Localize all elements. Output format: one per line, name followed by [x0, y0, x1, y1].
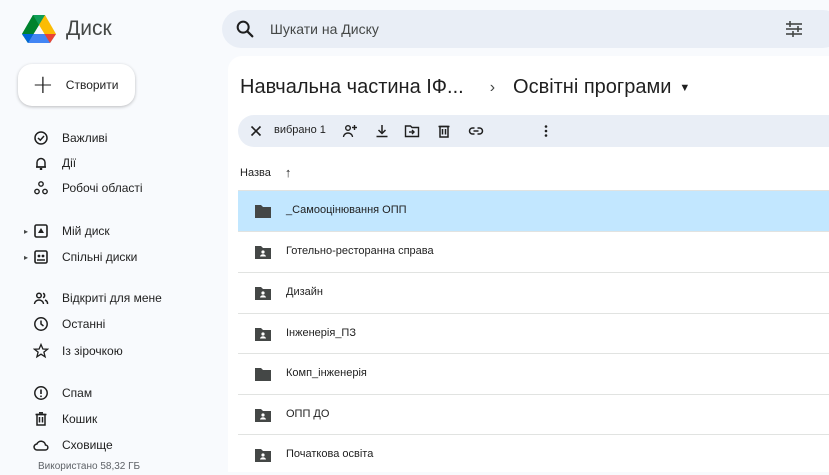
shared-folder-icon [255, 409, 271, 422]
file-row[interactable]: Комп_інженерія [238, 354, 829, 394]
column-header-name[interactable]: Назва ↑ [240, 165, 291, 180]
file-row[interactable]: Початкова освіта [238, 435, 829, 475]
spam-icon [34, 386, 48, 400]
create-label: Створити [65, 78, 119, 92]
breadcrumb: Навчальна частина ІФ... › Освітні програ… [240, 76, 690, 99]
priority-icon [34, 131, 48, 145]
shared-folder-icon [255, 287, 271, 300]
search-icon[interactable] [234, 18, 256, 40]
delete-icon[interactable] [436, 123, 452, 139]
expand-icon[interactable]: ▸ [24, 253, 28, 262]
folder-icon [255, 368, 271, 381]
shared-folder-icon [255, 328, 271, 341]
drive-logo[interactable]: Диск [22, 14, 112, 44]
star-icon [33, 343, 49, 359]
shared-folder-icon [255, 449, 271, 462]
sidebar-item-activity[interactable]: Дії [0, 152, 210, 174]
breadcrumb-current[interactable]: Освітні програми [513, 76, 671, 99]
move-icon[interactable] [404, 123, 420, 139]
file-row[interactable]: ОПП ДО [238, 395, 829, 435]
link-icon[interactable] [468, 123, 484, 139]
plus-icon: + [32, 70, 54, 100]
storage-usage-text: Використано 58,32 ГБ [38, 461, 141, 472]
cloud-icon [33, 440, 49, 451]
folder-icon [255, 205, 271, 218]
breadcrumb-parent[interactable]: Навчальна частина ІФ... [240, 76, 464, 99]
clock-icon [34, 317, 48, 331]
create-button[interactable]: + Створити [18, 64, 135, 106]
sidebar-item-spam[interactable]: Спам [0, 382, 210, 404]
selection-count: вибрано 1 [274, 124, 326, 136]
search-input[interactable]: Шукати на Диску [270, 21, 379, 37]
sidebar-item-recent[interactable]: Останні [0, 313, 210, 335]
bell-icon [36, 157, 46, 170]
selection-toolbar: вибрано 1 [238, 115, 829, 147]
sidebar-item-workspaces[interactable]: Робочі області [0, 177, 210, 199]
breadcrumb-separator-icon: › [489, 78, 496, 96]
shared-folder-icon [255, 246, 271, 259]
trash-icon [35, 412, 47, 426]
expand-icon[interactable]: ▸ [24, 227, 28, 236]
file-row[interactable]: Інженерія_ПЗ [238, 314, 829, 354]
file-row[interactable]: Дизайн [238, 273, 829, 313]
sidebar-item-priority[interactable]: Важливі [0, 127, 210, 149]
sidebar-item-storage[interactable]: Сховище [0, 434, 210, 456]
sidebar-item-my-drive[interactable]: ▸ Мій диск [0, 220, 210, 242]
my-drive-icon [34, 224, 48, 238]
column-name-label: Назва [240, 166, 271, 179]
drive-logo-icon [22, 15, 56, 43]
caret-down-icon[interactable]: ▼ [679, 82, 690, 94]
sort-arrow-icon[interactable]: ↑ [285, 165, 292, 180]
file-row[interactable]: _Самооцінювання ОПП [238, 191, 829, 231]
workspaces-icon [34, 181, 48, 195]
share-icon[interactable] [342, 123, 358, 139]
app-title: Диск [66, 17, 112, 40]
sidebar-item-shared-with-me[interactable]: Відкриті для мене [0, 287, 210, 309]
sidebar-item-shared-drives[interactable]: ▸ Спільні диски [0, 246, 210, 268]
shared-with-me-icon [33, 292, 49, 305]
download-icon[interactable] [374, 123, 390, 139]
more-options-icon[interactable] [538, 123, 554, 139]
shared-drives-icon [34, 250, 48, 264]
file-row[interactable]: Готельно-ресторанна справа [238, 232, 829, 272]
search-bar[interactable]: Шукати на Диску [222, 10, 829, 48]
search-options-icon[interactable] [784, 19, 804, 39]
sidebar-item-trash[interactable]: Кошик [0, 408, 210, 430]
sidebar-item-starred[interactable]: Із зірочкою [0, 340, 210, 362]
close-icon[interactable] [248, 123, 264, 139]
